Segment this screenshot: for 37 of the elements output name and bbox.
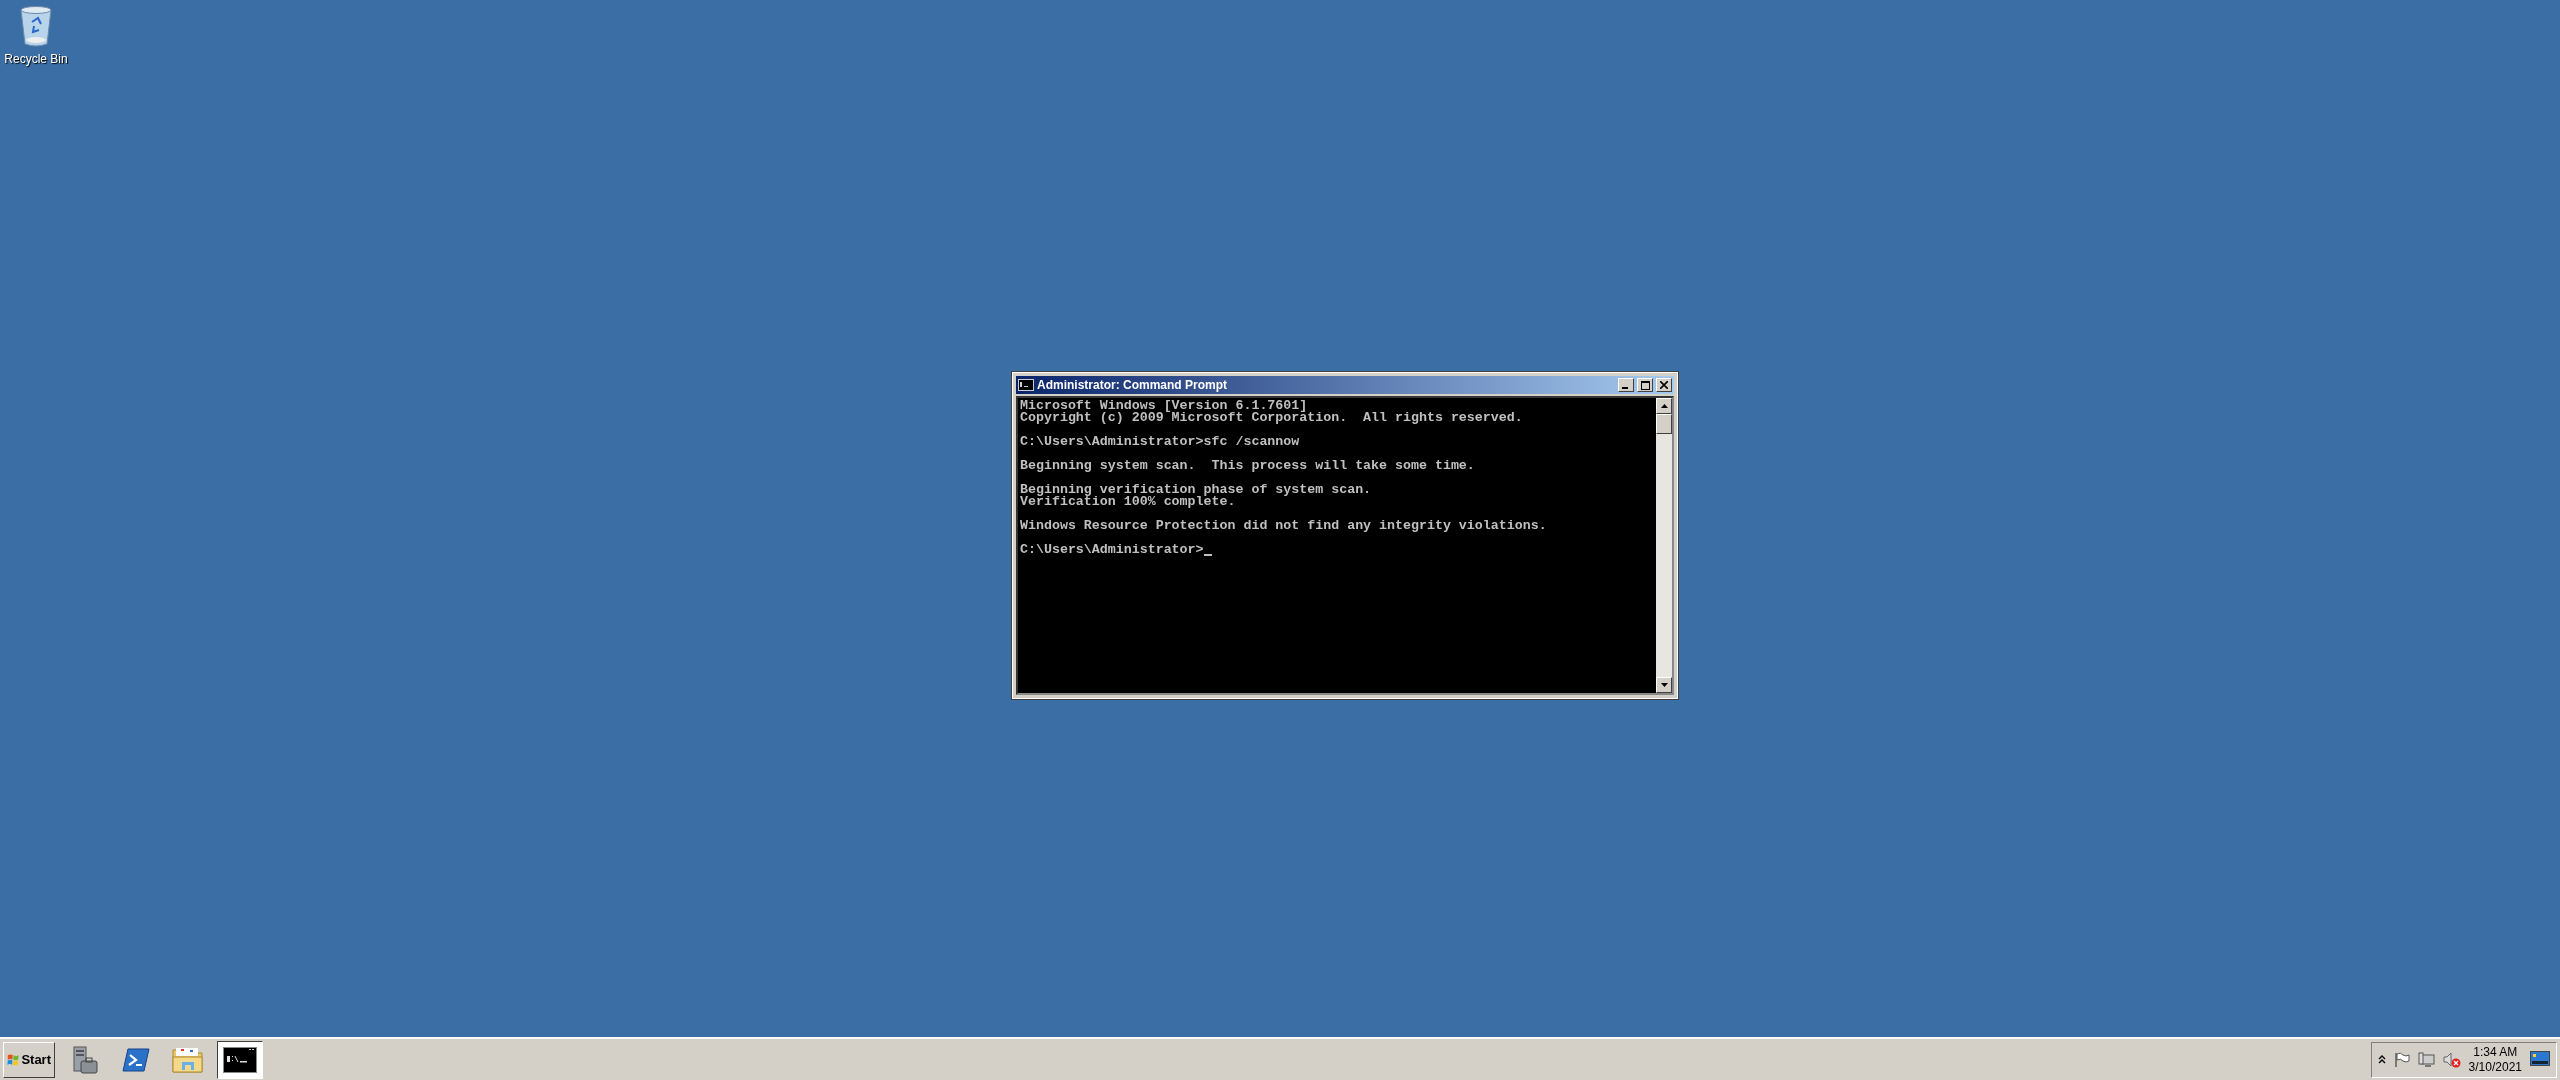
taskbar-button[interactable] (217, 1040, 263, 1079)
console-line: C:\Users\Administrator>sfc /scannow (1020, 436, 1301, 448)
close-icon (1660, 381, 1668, 389)
down-arrow-icon (1660, 683, 1668, 687)
scroll-thumb[interactable] (1656, 414, 1672, 434)
up-arrow-icon (1660, 404, 1668, 408)
scroll-bar[interactable] (1656, 398, 1672, 693)
clock-time: 1:34 AM (2473, 1044, 2518, 1060)
show-desktop-icon[interactable] (2530, 1050, 2550, 1069)
scroll-down-button[interactable] (1656, 677, 1672, 693)
console-line: Beginning verification phase of system scan. (1020, 484, 1373, 496)
clock[interactable]: 1:34 AM 3/10/2021 (2468, 1044, 2522, 1075)
text-cursor (1203, 554, 1212, 556)
recycle-bin-shortcut[interactable]: Recycle Bin (2, 4, 70, 68)
console-line: Verification 100% complete. (1020, 496, 1236, 508)
maximize-icon (1640, 380, 1650, 390)
console-icon (223, 1046, 257, 1073)
show-hidden-icons-chevron-icon[interactable] (2377, 1055, 2386, 1064)
close-button[interactable] (1656, 378, 1672, 392)
window-title: Administrator: Command Prompt (1037, 377, 1228, 394)
console-line: C:\Users\Administrator> (1020, 544, 1204, 556)
folder-icon (172, 1045, 204, 1074)
muted-speaker-icon[interactable] (2442, 1051, 2461, 1068)
console-line: Microsoft Windows [Version 6.1.7601] (1020, 400, 1308, 412)
clock-date: 3/10/2021 (2468, 1059, 2522, 1075)
start-button[interactable]: Start (3, 1041, 55, 1078)
network-computer-icon[interactable] (2417, 1051, 2435, 1068)
terminal-prompt-icon (122, 1046, 150, 1073)
recycle-bin-icon (18, 4, 54, 48)
console-line: Beginning system scan. This process will take some time. (1020, 460, 1476, 472)
minimize-button[interactable] (1618, 378, 1634, 392)
console-icon (1018, 379, 1034, 391)
flag-icon[interactable] (2393, 1051, 2410, 1068)
console-line: Copyright (c) 2009 Microsoft Corporation. All rights reserved. (1020, 412, 1524, 424)
console-line: Windows Resource Protection did not find any integrity violations. (1020, 520, 1548, 532)
maximize-button[interactable] (1637, 378, 1653, 392)
scroll-up-button[interactable] (1656, 398, 1672, 414)
